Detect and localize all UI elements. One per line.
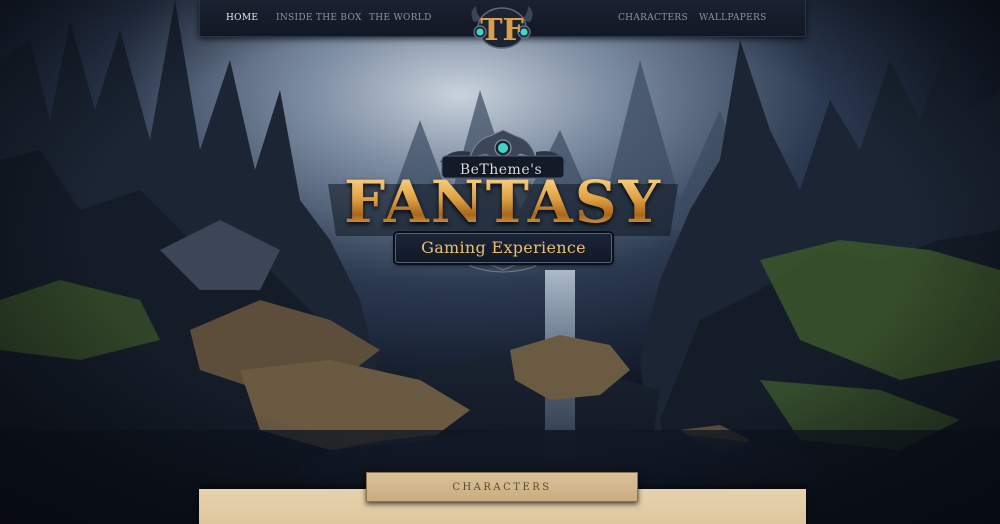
hero-tagline-plaque: Gaming Experience — [395, 233, 612, 263]
svg-text:TF: TF — [480, 13, 524, 48]
hero-title: FANTASY — [322, 170, 684, 234]
nav-link-inside-the-box[interactable]: INSIDE THE BOX — [276, 13, 362, 23]
page: HOME INSIDE THE BOX THE WORLD CHARACTERS… — [0, 0, 1000, 524]
nav-link-home[interactable]: HOME — [226, 13, 258, 23]
section-heading-characters: CHARACTERS — [366, 472, 638, 502]
nav-link-wallpapers[interactable]: WALLPAPERS — [699, 13, 767, 23]
nav-link-characters[interactable]: CHARACTERS — [618, 13, 688, 23]
tf-monogram-logo-icon[interactable]: TF — [466, 2, 538, 52]
nav-link-the-world[interactable]: THE WORLD — [369, 13, 432, 23]
